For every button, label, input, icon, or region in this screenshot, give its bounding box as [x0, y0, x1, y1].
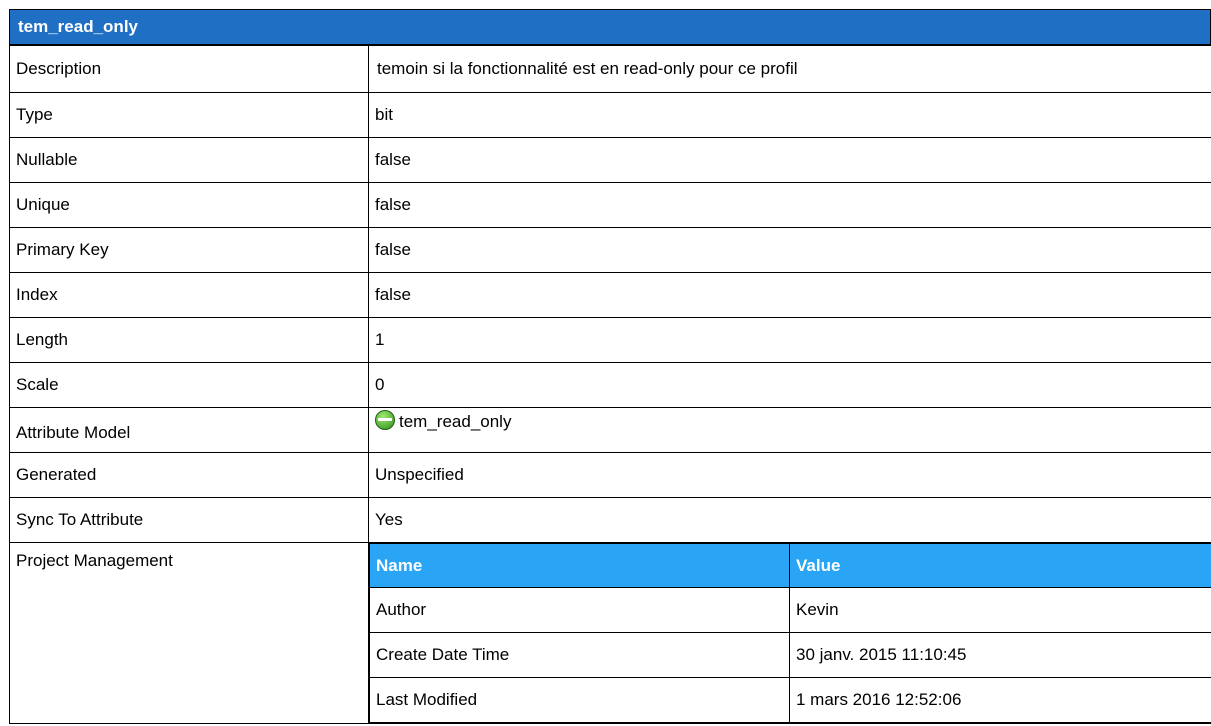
table-header-row: Name Value [369, 543, 1211, 588]
table-row: Scale 0 [9, 362, 1211, 408]
row-label: Description [9, 45, 369, 93]
table-row: Sync To Attribute Yes [9, 497, 1211, 543]
column-header-name: Name [369, 543, 790, 588]
attribute-model-link[interactable]: tem_read_only [399, 412, 511, 431]
project-management-cell: Name Value Author Kevin Create Date Time… [368, 542, 1211, 724]
row-label: Primary Key [9, 227, 369, 273]
table-row: Index false [9, 272, 1211, 318]
property-sheet: tem_read_only Description temoin si la f… [9, 9, 1211, 724]
table-row: Last Modified 1 mars 2016 12:52:06 [369, 677, 1211, 723]
row-label: Unique [9, 182, 369, 228]
row-label: Length [9, 317, 369, 363]
pm-name: Create Date Time [369, 632, 790, 678]
project-management-table: Name Value Author Kevin Create Date Time… [369, 543, 1211, 723]
row-label: Index [9, 272, 369, 318]
pm-value: Kevin [789, 587, 1211, 633]
pm-value: 30 janv. 2015 11:10:45 [789, 632, 1211, 678]
row-label: Scale [9, 362, 369, 408]
page-title: tem_read_only [9, 9, 1211, 45]
table-row: Project Management Name Value Author Kev… [9, 542, 1211, 724]
row-value: false [368, 137, 1211, 183]
row-value: false [368, 182, 1211, 228]
pm-name: Author [369, 587, 790, 633]
row-label: Project Management [9, 542, 369, 724]
pm-value: 1 mars 2016 12:52:06 [789, 677, 1211, 723]
table-row: Attribute Model tem_read_only [9, 407, 1211, 453]
table-row: Primary Key false [9, 227, 1211, 273]
row-label: Sync To Attribute [9, 497, 369, 543]
table-row: Type bit [9, 92, 1211, 138]
table-row: Unique false [9, 182, 1211, 228]
column-header-value: Value [789, 543, 1211, 588]
row-value: false [368, 227, 1211, 273]
row-value: Yes [368, 497, 1211, 543]
pm-name: Last Modified [369, 677, 790, 723]
row-value: 0 [368, 362, 1211, 408]
attribute-icon [375, 409, 395, 430]
table-row: Create Date Time 30 janv. 2015 11:10:45 [369, 632, 1211, 678]
properties-table: Description temoin si la fonctionnalité … [9, 45, 1211, 724]
table-row: Generated Unspecified [9, 452, 1211, 498]
table-row: Length 1 [9, 317, 1211, 363]
description-value: temoin si la fonctionnalité est en read-… [368, 45, 1211, 93]
table-row: Nullable false [9, 137, 1211, 183]
row-value: 1 [368, 317, 1211, 363]
row-label: Generated [9, 452, 369, 498]
row-label: Type [9, 92, 369, 138]
row-label: Attribute Model [9, 407, 369, 453]
row-value: bit [368, 92, 1211, 138]
row-label: Nullable [9, 137, 369, 183]
row-value: false [368, 272, 1211, 318]
table-row: Description temoin si la fonctionnalité … [9, 45, 1211, 93]
table-row: Author Kevin [369, 587, 1211, 633]
row-value: Unspecified [368, 452, 1211, 498]
attribute-model-value[interactable]: tem_read_only [368, 407, 1211, 453]
